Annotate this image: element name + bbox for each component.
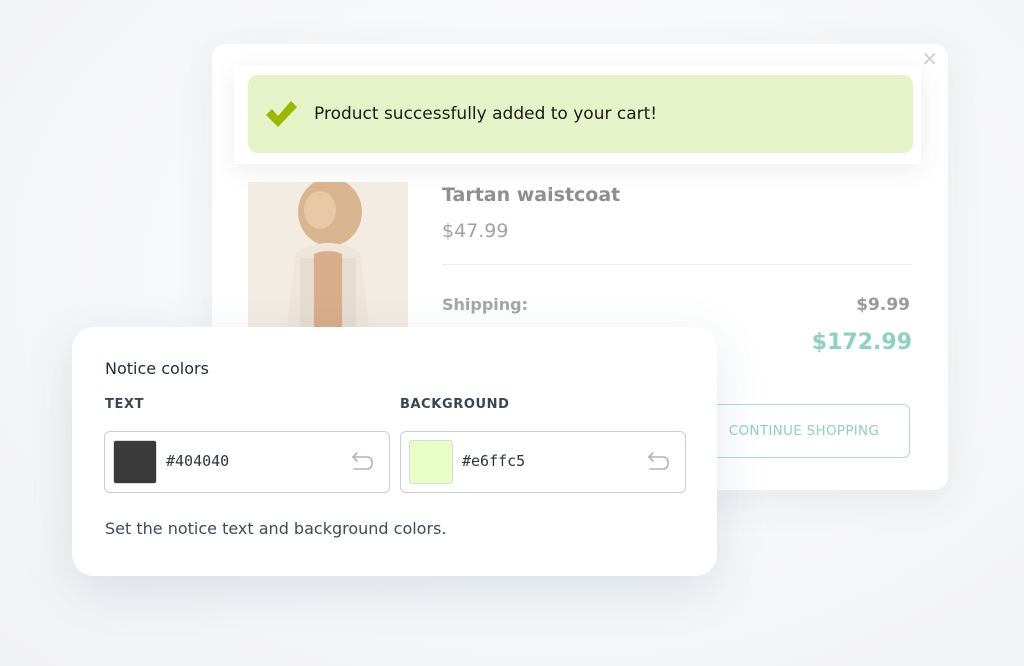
background-color-picker[interactable]: #e6ffc5 — [400, 431, 686, 493]
notice-colors-card: Notice colors TEXT BACKGROUND #404040 #e… — [72, 327, 717, 576]
background-color-value[interactable]: #e6ffc5 — [462, 452, 525, 470]
undo-icon[interactable] — [645, 450, 671, 474]
text-color-label: TEXT — [105, 397, 145, 412]
checkmark-icon — [266, 101, 297, 127]
background-color-swatch[interactable] — [409, 440, 453, 484]
divider — [442, 264, 912, 265]
success-notice: Product successfully added to your cart! — [248, 75, 913, 153]
text-color-picker[interactable]: #404040 — [104, 431, 390, 493]
background-color-label: BACKGROUND — [400, 397, 510, 412]
product-image — [248, 182, 408, 332]
continue-shopping-button[interactable]: CONTINUE SHOPPING — [698, 404, 910, 458]
total-value: $172.99 — [811, 330, 912, 355]
undo-icon[interactable] — [349, 450, 375, 474]
product-price: $47.99 — [442, 220, 509, 242]
notice-message: Product successfully added to your cart! — [314, 104, 658, 124]
shipping-value: $9.99 — [856, 295, 910, 315]
card-title: Notice colors — [105, 359, 209, 378]
help-text: Set the notice text and background color… — [105, 519, 447, 538]
shipping-label: Shipping: — [442, 295, 529, 314]
text-color-value[interactable]: #404040 — [166, 452, 229, 470]
text-color-swatch[interactable] — [113, 440, 157, 484]
close-icon[interactable]: × — [921, 48, 938, 68]
product-name[interactable]: Tartan waistcoat — [442, 184, 620, 206]
notice-container: Product successfully added to your cart! — [234, 66, 921, 164]
